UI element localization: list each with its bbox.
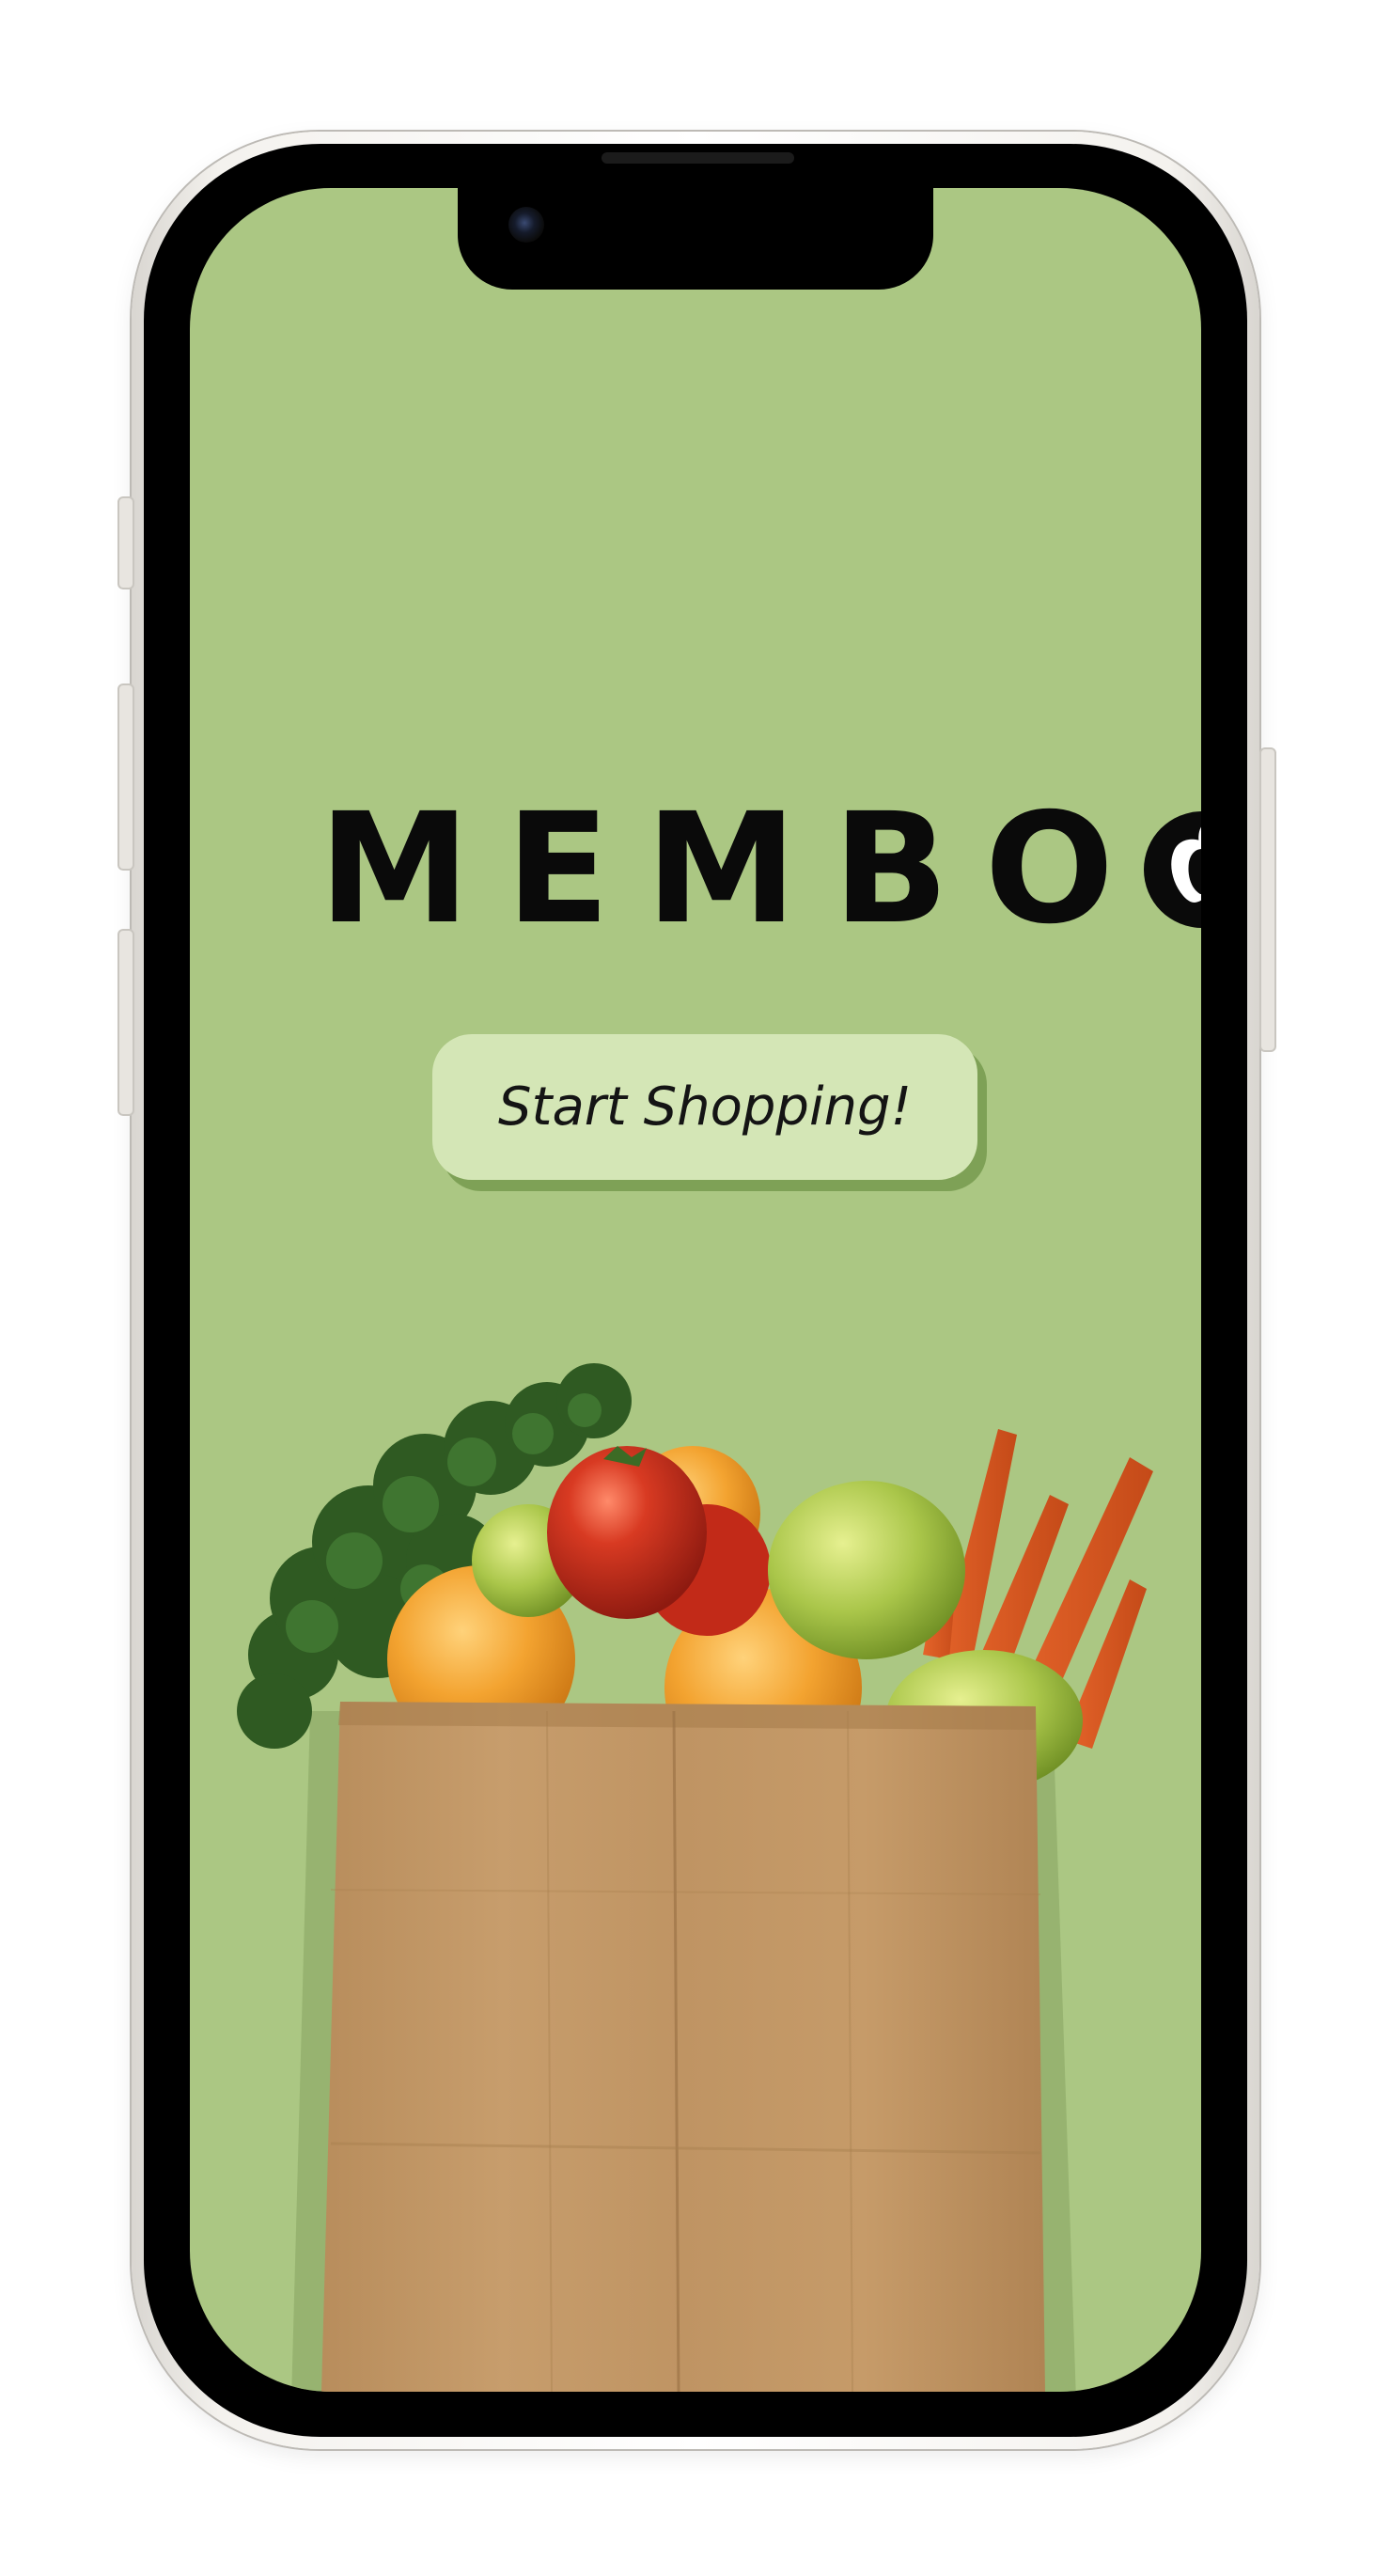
app-screen: MEMBO Start Shopping!: [190, 188, 1201, 2392]
phone-mockup: MEMBO Start Shopping!: [0, 0, 1391, 2576]
earpiece-speaker: [602, 152, 794, 164]
volume-down-button: [117, 929, 134, 1116]
brand-name: MEMBO: [319, 781, 1150, 958]
brand-logo: MEMBO: [319, 793, 1201, 946]
mute-switch: [117, 496, 134, 589]
apple-icon: [1144, 811, 1201, 928]
volume-up-button: [117, 683, 134, 871]
grocery-bag-icon: [237, 1363, 1153, 2392]
start-shopping-label: Start Shopping!: [497, 1076, 913, 1138]
power-button: [1259, 747, 1276, 1052]
start-shopping-button[interactable]: Start Shopping!: [432, 1034, 977, 1180]
front-camera-icon: [508, 207, 544, 243]
